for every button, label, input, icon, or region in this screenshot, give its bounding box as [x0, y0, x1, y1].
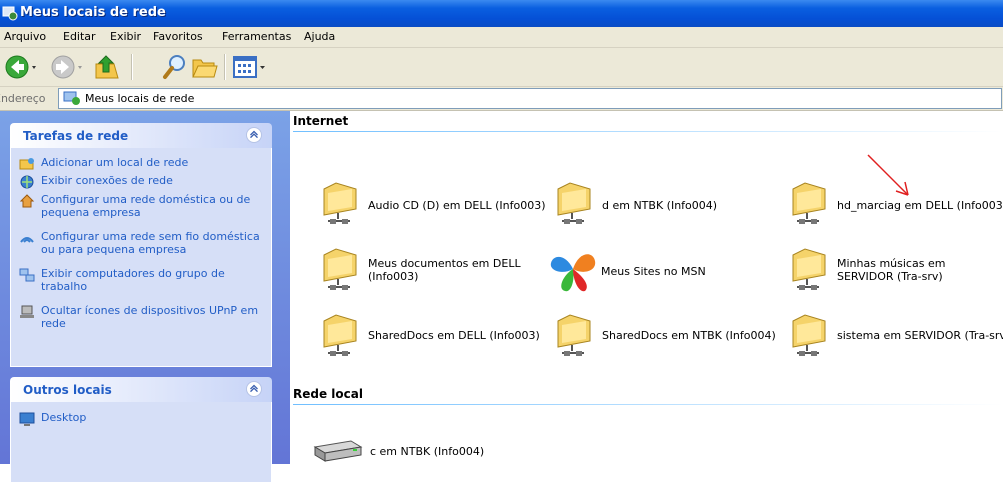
- up-folder-button[interactable]: [92, 52, 122, 82]
- network-folder-icon: [323, 314, 357, 356]
- menu-ajuda[interactable]: Ajuda: [304, 30, 335, 43]
- network-folder-icon: [557, 314, 591, 356]
- item-shareddocs-ntbk[interactable]: SharedDocs em NTBK (Info004): [552, 311, 782, 359]
- toolbar-separator: [131, 54, 133, 80]
- task-pane: Tarefas de rede Adicionar um local de re…: [0, 111, 290, 483]
- address-bar: Endereço Meus locais de rede: [0, 87, 1003, 111]
- item-c-ntbk[interactable]: c em NTBK (Info004): [312, 431, 552, 479]
- window-title: Meus locais de rede: [20, 5, 166, 20]
- other-places-panel: Outros locais Desktop: [10, 377, 272, 483]
- workgroup-computers-icon: [19, 268, 35, 282]
- folders-button[interactable]: [190, 52, 220, 82]
- other-places-title: Outros locais: [23, 383, 112, 397]
- item-minhas-musicas-servidor[interactable]: Minhas músicas em SERVIDOR (Tra-srv): [787, 245, 1003, 293]
- item-shareddocs-dell[interactable]: SharedDocs em DELL (Info003): [318, 311, 558, 359]
- forward-button[interactable]: [50, 52, 84, 82]
- network-folder-icon: [792, 182, 826, 224]
- network-drive-icon: [313, 440, 363, 462]
- menu-favoritos[interactable]: Favoritos: [153, 30, 203, 43]
- item-d-ntbk[interactable]: d em NTBK (Info004): [552, 179, 772, 227]
- menu-editar[interactable]: Editar: [63, 30, 96, 43]
- address-label: Endereço: [0, 92, 46, 105]
- annotation-arrow: [867, 154, 909, 196]
- network-folder-icon: [323, 248, 357, 290]
- menu-exibir[interactable]: Exibir: [110, 30, 141, 43]
- item-sistema-servidor[interactable]: sistema em SERVIDOR (Tra-srv): [787, 311, 1003, 359]
- desktop-icon: [19, 412, 35, 426]
- content-area: Internet Audio CD (D) em DELL (Info003) …: [290, 111, 1003, 464]
- menu-ferramentas[interactable]: Ferramentas: [222, 30, 291, 43]
- address-value: Meus locais de rede: [85, 92, 195, 105]
- item-meus-sites-msn[interactable]: Meus Sites no MSN: [545, 245, 765, 293]
- collapse-chevron-icon[interactable]: [246, 381, 262, 397]
- title-bar: Meus locais de rede: [0, 0, 1003, 27]
- add-network-place-icon: [19, 158, 34, 170]
- search-button[interactable]: [160, 52, 190, 82]
- network-folder-icon: [792, 248, 826, 290]
- network-folder-icon: [557, 182, 591, 224]
- network-tasks-title: Tarefas de rede: [23, 129, 129, 143]
- other-places-body: Desktop: [10, 402, 272, 483]
- network-connections-icon: [20, 175, 34, 189]
- network-tasks-panel: Tarefas de rede Adicionar um local de re…: [10, 123, 272, 367]
- msn-butterfly-icon: [550, 254, 596, 292]
- item-audio-cd-dell[interactable]: Audio CD (D) em DELL (Info003): [318, 179, 558, 227]
- item-meus-documentos-dell[interactable]: Meus documentos em DELL (Info003): [318, 245, 558, 293]
- network-places-icon: [2, 6, 18, 21]
- address-field[interactable]: Meus locais de rede: [58, 88, 1002, 109]
- group-divider: [293, 131, 1003, 132]
- group-header-rede-local: Rede local: [293, 387, 363, 401]
- toolbar-separator: [224, 54, 226, 80]
- upnp-device-icon: [20, 305, 34, 318]
- views-button[interactable]: [231, 52, 271, 82]
- group-header-internet: Internet: [293, 114, 349, 128]
- network-places-icon: [63, 91, 80, 105]
- network-tasks-header[interactable]: Tarefas de rede: [10, 123, 272, 148]
- network-folder-icon: [792, 314, 826, 356]
- collapse-chevron-icon[interactable]: [246, 127, 262, 143]
- menu-arquivo[interactable]: Arquivo: [4, 30, 46, 43]
- other-places-header[interactable]: Outros locais: [10, 377, 272, 402]
- back-button[interactable]: [4, 52, 38, 82]
- home-network-icon: [19, 194, 35, 208]
- network-folder-icon: [323, 182, 357, 224]
- group-divider: [293, 404, 1003, 405]
- toolbar: [0, 48, 1003, 87]
- menu-bar: Arquivo Editar Exibir Favoritos Ferramen…: [0, 27, 1003, 48]
- wireless-network-icon: [20, 237, 34, 243]
- network-tasks-body: Adicionar um local de rede Exibir conexõ…: [10, 148, 272, 367]
